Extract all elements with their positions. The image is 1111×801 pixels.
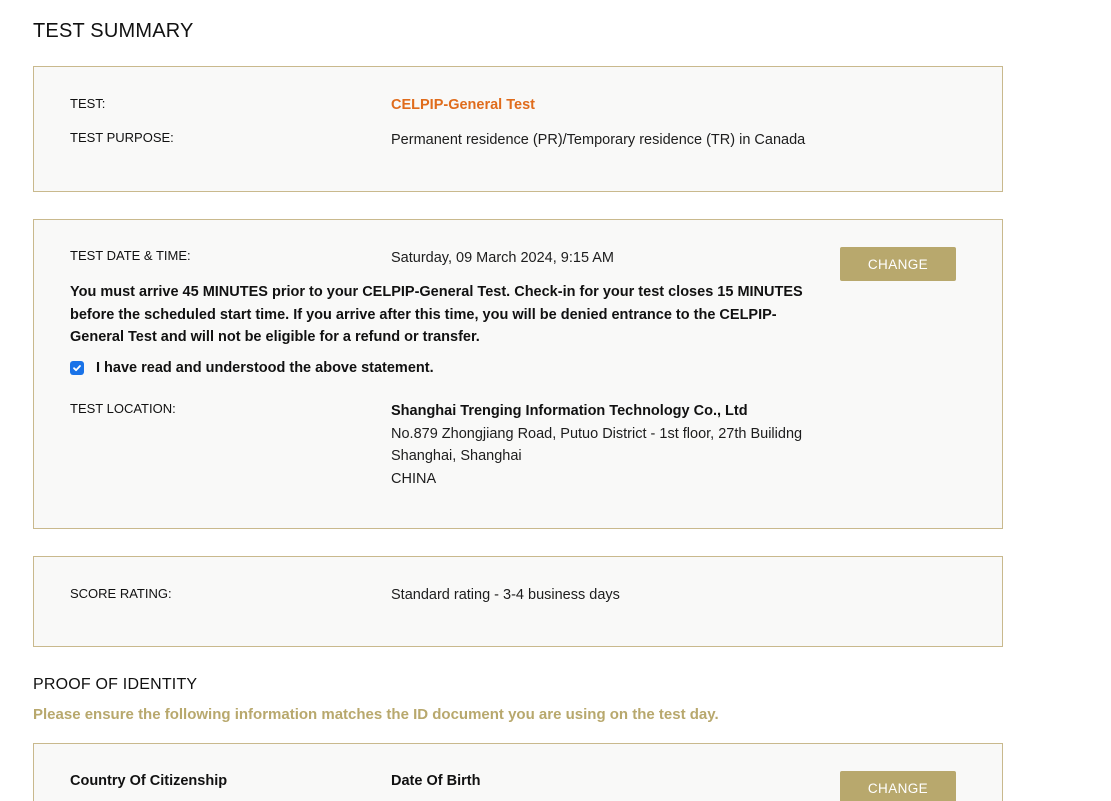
location-country: CHINA: [391, 471, 437, 488]
test-datetime-value: Saturday, 09 March 2024, 9:15 AM: [391, 250, 615, 266]
identity-notice: Please ensure the following information …: [33, 706, 719, 723]
location-street: No.879 Zhongjiang Road, Putuo District -…: [391, 425, 803, 442]
test-datetime-label: TEST DATE & TIME:: [70, 248, 191, 263]
acknowledge-row[interactable]: I have read and understood the above sta…: [70, 360, 434, 376]
location-name: Shanghai Trenging Information Technology…: [391, 403, 748, 419]
test-summary-page: TEST SUMMARY TEST: CELPIP-General Test T…: [0, 0, 1111, 801]
test-info-panel: TEST: CELPIP-General Test TEST PURPOSE: …: [33, 66, 1003, 192]
score-rating-panel: SCORE RATING: Standard rating - 3-4 busi…: [33, 556, 1003, 647]
change-test-date-button[interactable]: CHANGE: [840, 247, 956, 281]
acknowledge-label: I have read and understood the above sta…: [96, 360, 434, 376]
test-location-label: TEST LOCATION:: [70, 401, 176, 416]
test-location-address: Shanghai Trenging Information Technology…: [391, 400, 802, 491]
test-summary-heading: TEST SUMMARY: [33, 20, 194, 42]
change-identity-button[interactable]: CHANGE: [840, 771, 956, 801]
score-rating-value: Standard rating - 3-4 business days: [391, 587, 620, 603]
citizenship-label: Country Of Citizenship: [70, 773, 228, 789]
test-name: CELPIP-General Test: [391, 97, 535, 113]
date-of-birth-label: Date Of Birth: [391, 773, 481, 789]
identity-panel: Country Of Citizenship Date Of Birth CHA…: [33, 743, 1003, 801]
proof-of-identity-heading: PROOF OF IDENTITY: [33, 676, 198, 693]
location-city: Shanghai, Shanghai: [391, 448, 522, 465]
checkmark-icon: [73, 365, 81, 372]
test-label: TEST:: [70, 96, 106, 111]
acknowledge-checkbox[interactable]: [70, 361, 84, 375]
score-rating-label: SCORE RATING:: [70, 586, 172, 601]
arrival-warning: You must arrive 45 MINUTES prior to your…: [70, 284, 803, 345]
test-purpose-label: TEST PURPOSE:: [70, 130, 174, 145]
test-purpose-value: Permanent residence (PR)/Temporary resid…: [391, 132, 806, 148]
test-schedule-panel: TEST DATE & TIME: Saturday, 09 March 202…: [33, 219, 1003, 529]
